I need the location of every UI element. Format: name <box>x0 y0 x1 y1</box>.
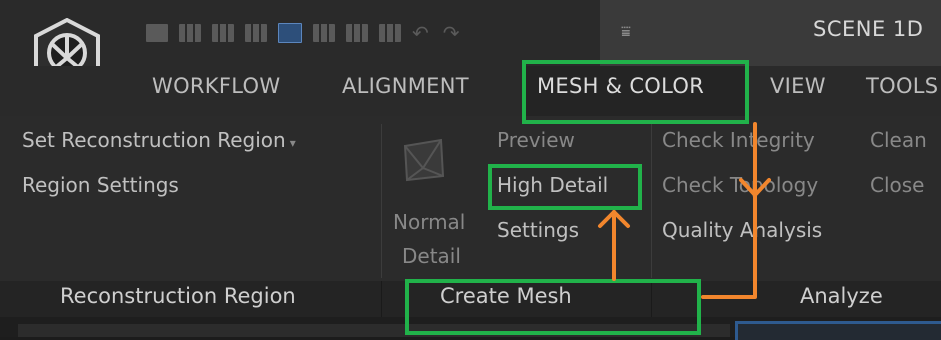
layout-2-icon[interactable] <box>179 24 201 42</box>
layout-4-icon[interactable] <box>245 24 267 42</box>
layout-8-icon[interactable] <box>379 24 401 42</box>
layout-5-icon[interactable] <box>278 23 302 43</box>
check-topology-button[interactable]: Check Topology <box>662 173 818 197</box>
group-label-reconstruction-region: Reconstruction Region <box>60 284 296 308</box>
region-settings-button[interactable]: Region Settings <box>22 173 179 197</box>
tab-tools[interactable]: TOOLS <box>866 74 938 98</box>
chevron-down-icon: ▾ <box>289 136 296 150</box>
highlight-high-detail <box>488 164 642 210</box>
preview-button[interactable]: Preview <box>497 128 575 152</box>
quality-analysis-button[interactable]: Quality Analysis <box>662 218 822 242</box>
normal-detail-label-line1[interactable]: Normal <box>393 210 465 234</box>
layout-7-icon[interactable] <box>346 24 368 42</box>
tab-workflow[interactable]: WORKFLOW <box>152 74 280 98</box>
quick-access-toolbar: ↶ ↷ <box>146 22 474 44</box>
active-view-panel[interactable] <box>735 321 941 340</box>
normal-detail-label-line2[interactable]: Detail <box>402 244 461 268</box>
customize-toolbar-icon[interactable]: ⩸ <box>621 22 631 42</box>
tab-view[interactable]: VIEW <box>770 74 826 98</box>
highlight-mesh-color-tab <box>522 60 749 124</box>
redo-icon[interactable]: ↷ <box>443 23 460 43</box>
set-reconstruction-region-button[interactable]: Set Reconstruction Region ▾ <box>22 128 296 152</box>
layout-3-icon[interactable] <box>212 24 234 42</box>
clean-button[interactable]: Clean <box>870 128 927 152</box>
layout-1-icon[interactable] <box>146 24 168 42</box>
group-separator <box>651 124 652 278</box>
tab-alignment[interactable]: ALIGNMENT <box>342 74 469 98</box>
check-integrity-button[interactable]: Check Integrity <box>662 128 815 152</box>
undo-icon[interactable]: ↶ <box>412 23 429 43</box>
settings-button[interactable]: Settings <box>497 218 579 242</box>
layout-6-icon[interactable] <box>313 24 335 42</box>
group-separator <box>381 124 382 278</box>
scene-title: SCENE 1D <box>813 17 924 41</box>
close-button[interactable]: Close <box>870 173 924 197</box>
group-label-analyze: Analyze <box>800 284 883 308</box>
mesh-icon <box>403 138 445 182</box>
highlight-create-mesh <box>405 279 701 335</box>
set-reconstruction-region-label: Set Reconstruction Region <box>22 128 286 152</box>
